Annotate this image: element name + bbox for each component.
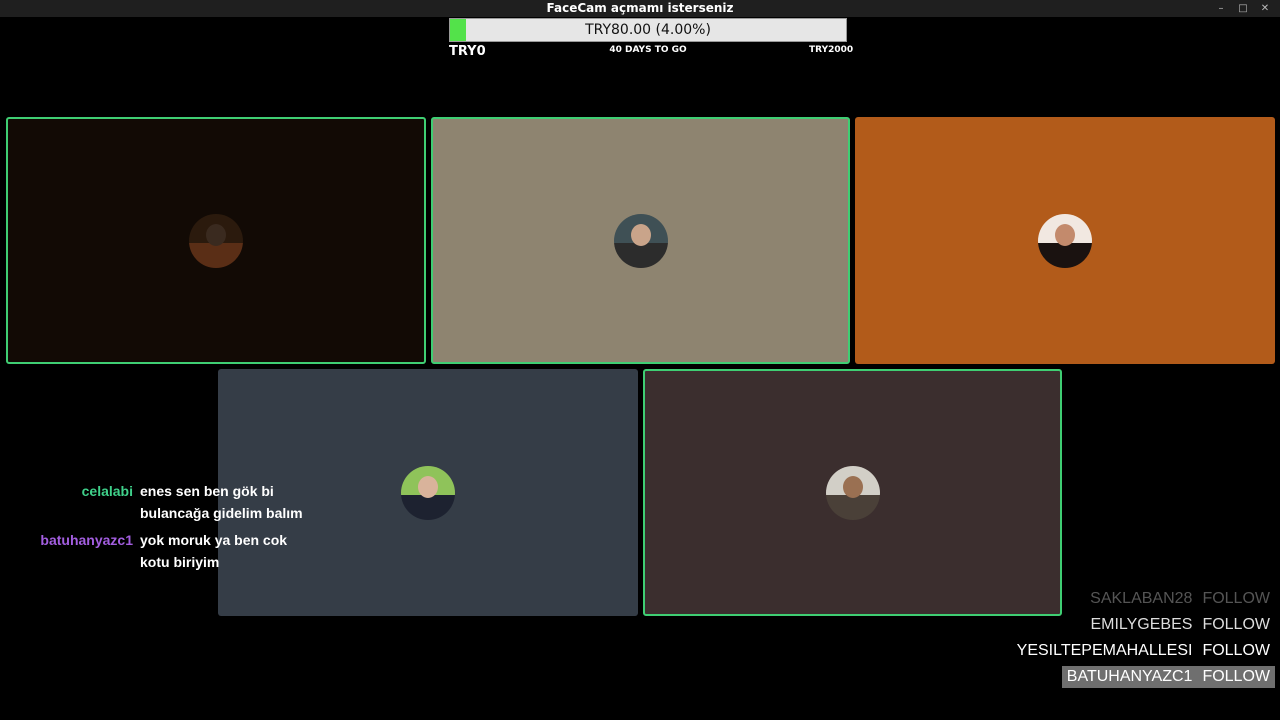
- avatar: [825, 465, 880, 520]
- follow-label: FOLLOW: [1202, 616, 1270, 633]
- minimize-icon[interactable]: –: [1212, 0, 1230, 17]
- chat-text: yok moruk ya ben cok kotu biriyim: [140, 532, 288, 570]
- follow-item: BATUHANYAZC1 FOLLOW: [1061, 666, 1275, 688]
- window-titlebar: FaceCam açmamı isterseniz – □ ✕: [0, 0, 1280, 17]
- chat-message: batuhanyazc1 yok moruk ya ben cok kotu bi…: [20, 529, 320, 573]
- donation-goal-days: 40 DAYS TO GO: [609, 45, 687, 55]
- participant-tile[interactable]: [6, 117, 426, 364]
- donation-goal-amount: TRY80.00 (4.00%): [585, 22, 711, 38]
- avatar: [1038, 213, 1092, 268]
- chat-message: celalabi enes sen ben gök bi bulancağa gi…: [20, 480, 320, 524]
- chat-username: batuhanyazc1: [40, 532, 133, 548]
- follow-label: FOLLOW: [1202, 642, 1270, 659]
- follower-name: BATUHANYAZC1: [1066, 668, 1193, 685]
- follow-item: SAKLABAN28 FOLLOW: [1085, 588, 1275, 610]
- donation-goal-bar: TRY80.00 (4.00%): [449, 18, 847, 42]
- window-title: FaceCam açmamı isterseniz: [546, 1, 734, 15]
- follow-item: YESILTEPEMAHALLESI FOLLOW: [1012, 640, 1275, 662]
- avatar: [613, 213, 668, 268]
- chat-text: enes sen ben gök bi bulancağa gidelim ba…: [140, 483, 303, 521]
- maximize-icon[interactable]: □: [1234, 0, 1252, 17]
- follower-name: EMILYGEBES: [1090, 616, 1193, 633]
- avatar: [401, 465, 455, 520]
- participant-tile[interactable]: [855, 117, 1275, 364]
- recent-follows: SAKLABAN28 FOLLOW EMILYGEBES FOLLOW YESILTEP…: [1017, 588, 1275, 692]
- follower-name: YESILTEPEMAHALLESI: [1016, 642, 1193, 659]
- chat-username: celalabi: [81, 483, 133, 499]
- participant-tile[interactable]: [643, 369, 1062, 616]
- chat-overlay: celalabi enes sen ben gök bi bulancağa gi…: [20, 480, 320, 578]
- follow-item: EMILYGEBES FOLLOW: [1085, 614, 1275, 636]
- close-icon[interactable]: ✕: [1256, 0, 1274, 17]
- follow-label: FOLLOW: [1202, 590, 1270, 607]
- donation-goal-max: TRY2000: [809, 45, 854, 55]
- participant-tile[interactable]: [431, 117, 850, 364]
- follower-name: SAKLABAN28: [1090, 590, 1193, 607]
- window-controls: – □ ✕: [1212, 0, 1274, 17]
- avatar: [189, 213, 243, 268]
- follow-label: FOLLOW: [1202, 668, 1270, 685]
